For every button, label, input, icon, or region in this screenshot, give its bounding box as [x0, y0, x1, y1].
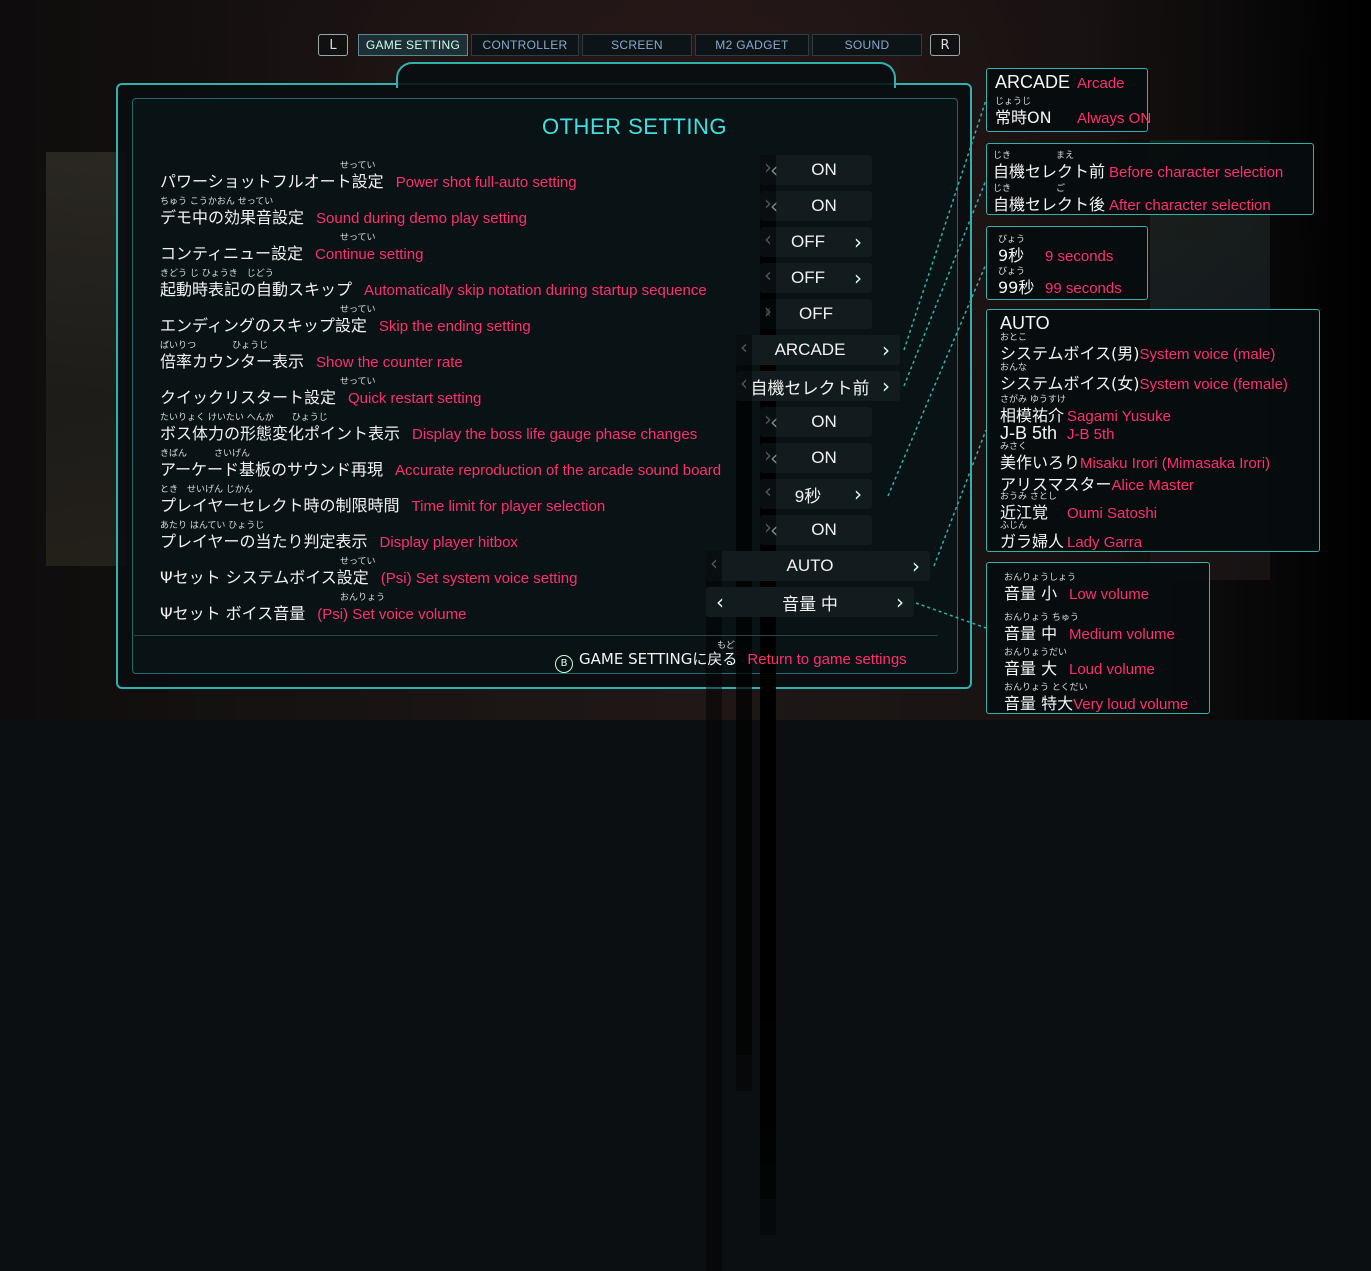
leader-counter: [903, 99, 987, 351]
leader-timelimit: [887, 263, 987, 497]
leader-volume: [915, 602, 987, 629]
leader-voice: [933, 429, 987, 567]
leader-restart: [903, 179, 987, 387]
leader-lines: [887, 99, 987, 629]
